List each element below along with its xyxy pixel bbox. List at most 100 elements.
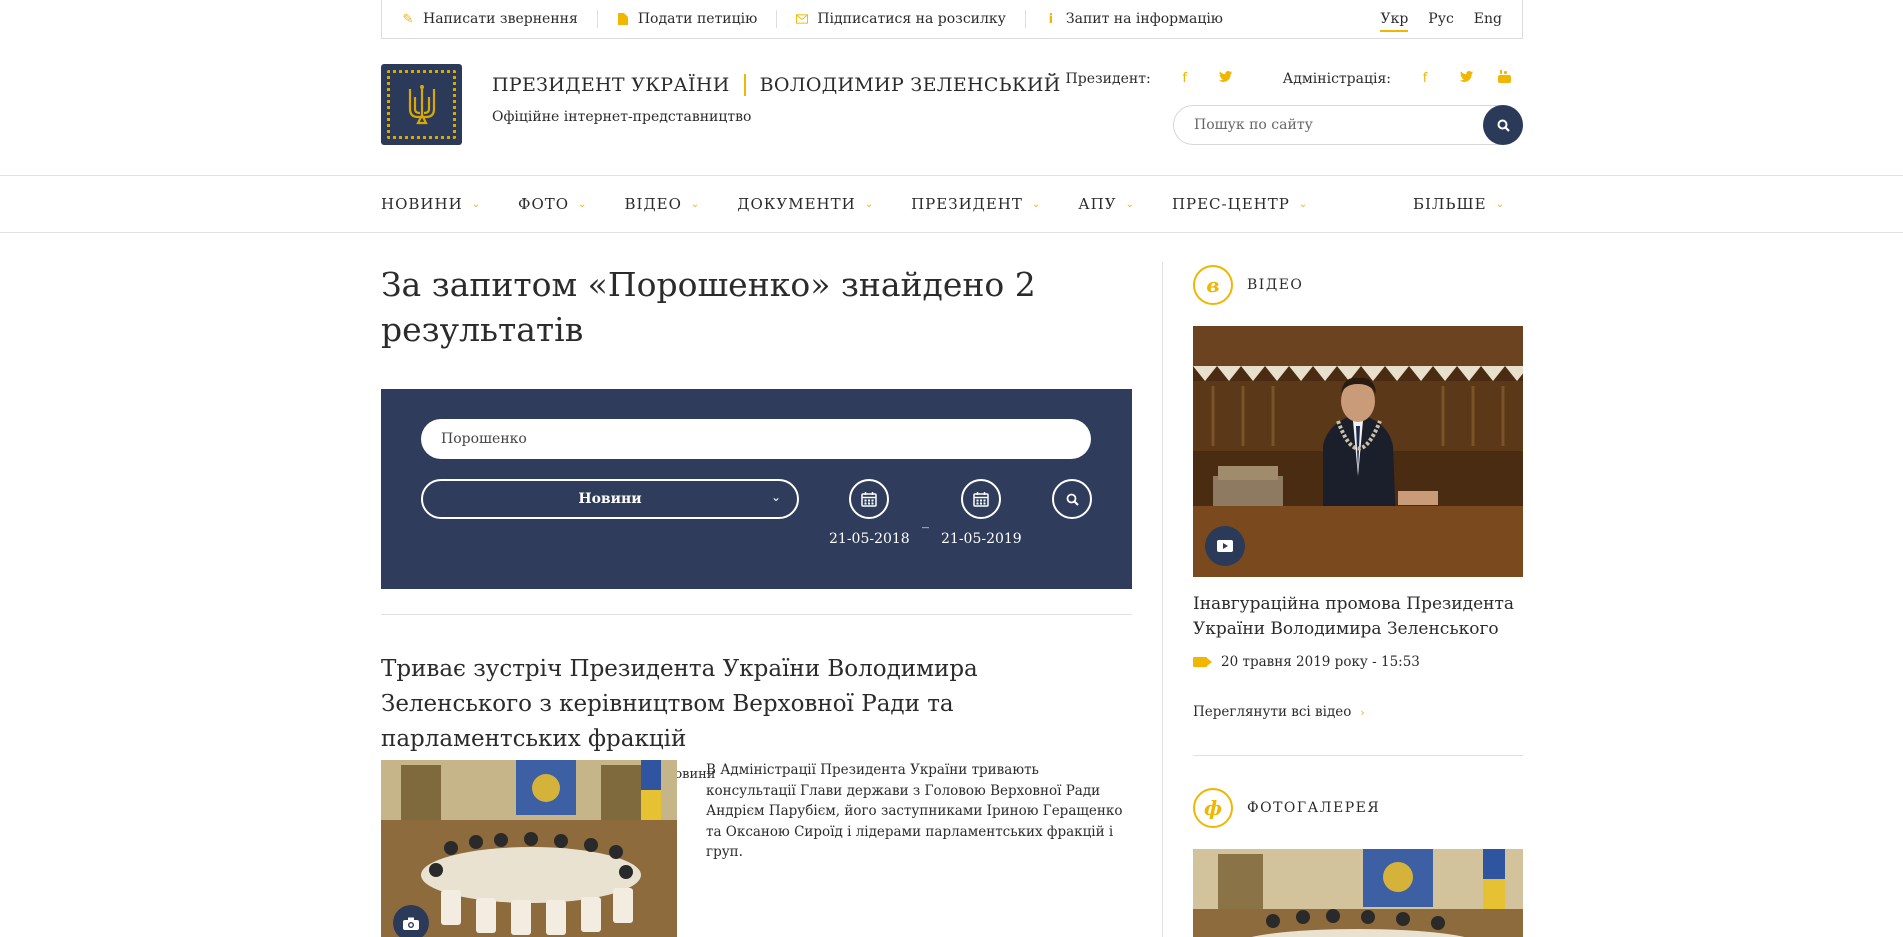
info-request-link[interactable]: i Запит на інформацію [1024,10,1242,28]
result-excerpt: В Адміністрації Президента України трива… [706,762,1123,860]
chevron-down-icon: ⌄ [690,198,701,210]
info-icon: i [1048,11,1054,27]
video-title-link[interactable]: Інавгураційна промова Президента України… [1193,592,1523,642]
play-icon [1217,540,1233,552]
social-links: Президент: f Адміністрація: f [1066,70,1523,87]
twitter-icon[interactable] [1207,71,1245,86]
video-thumbnail[interactable] [1193,326,1523,577]
info-request-label: Запит на інформацію [1065,11,1223,27]
site-subtitle: Офіційне інтернет-представництво [492,109,752,125]
chevron-down-icon: ⌄ [1298,198,1309,210]
video-section-header[interactable]: в ВІДЕО [1193,264,1523,306]
video-section-icon: в [1193,265,1233,305]
chevron-down-icon: ⌄ [1495,198,1505,210]
lang-rus[interactable]: Рус [1428,11,1454,27]
president-social-label: Президент: [1065,70,1151,87]
trident-icon [408,84,435,124]
sidebar: в ВІДЕО Інавгураційна промова Президента… [1193,264,1523,937]
site-header: ПРЕЗИДЕНТ УКРАЇНИ ВОЛОДИМИР ЗЕЛЕНСЬКИЙ О… [381,64,1523,146]
nav-more[interactable]: БІЛЬШЕ ⌄ [1413,195,1505,213]
results-divider [381,614,1132,615]
sidebar-divider [1193,755,1523,756]
language-switcher: Укр Рус Eng [1380,11,1502,32]
photo-badge [393,905,429,937]
result-thumbnail[interactable] [381,760,677,937]
administration-social: Адміністрація: f [1283,70,1523,87]
facebook-icon[interactable]: f [1403,71,1447,86]
document-icon [617,13,629,25]
video-section-title: ВІДЕО [1247,277,1304,293]
nav-video-label: ВІДЕО [624,195,682,213]
site-title-name: ВОЛОДИМИР ЗЕЛЕНСЬКИЙ [759,74,1061,96]
photo-section-icon: ф [1193,788,1233,828]
administration-social-label: Адміністрація: [1282,70,1391,87]
all-videos-label: Переглянути всі відео [1193,704,1352,720]
photo-gallery-thumbnail[interactable] [1193,849,1523,937]
twitter-icon[interactable] [1447,71,1485,86]
query-input[interactable]: Порошенко [421,419,1091,459]
nav-photo-label: ФОТО [518,195,570,213]
date-from-picker-button[interactable] [849,479,889,519]
envelope-icon [796,14,809,24]
search-icon [1066,493,1079,506]
site-brand[interactable]: ПРЕЗИДЕНТ УКРАЇНИ ВОЛОДИМИР ЗЕЛЕНСЬКИЙ О… [492,74,1061,125]
nav-documents-label: ДОКУМЕНТИ [737,195,856,213]
submit-petition-label: Подати петицію [637,11,758,27]
video-camera-icon [1193,657,1212,667]
filter-search-button[interactable] [1052,479,1092,519]
lang-eng[interactable]: Eng [1474,11,1502,27]
chevron-down-icon: ⌄ [471,198,482,210]
chevron-right-icon: › [1360,705,1365,719]
nav-president[interactable]: ПРЕЗИДЕНТ ⌄ [911,195,1041,213]
site-search-button[interactable] [1483,105,1523,145]
facebook-icon[interactable]: f [1163,71,1207,86]
youtube-icon[interactable] [1485,70,1523,87]
nav-more-label: БІЛЬШЕ [1412,195,1487,213]
calendar-icon [861,492,877,507]
subscribe-label: Підписатися на розсилку [817,11,1006,27]
date-from[interactable]: 21-05-2018 [829,531,910,547]
gallery-photo [1193,849,1523,937]
coat-of-arms-logo[interactable] [381,64,462,145]
site-title: ПРЕЗИДЕНТ УКРАЇНИ ВОЛОДИМИР ЗЕЛЕНСЬКИЙ [492,74,1061,96]
nav-apu-label: АПУ [1078,195,1117,213]
all-videos-link[interactable]: Переглянути всі відео › [1193,704,1365,720]
nav-video[interactable]: ВІДЕО ⌄ [625,195,701,213]
date-to[interactable]: 21-05-2019 [941,531,1022,547]
chevron-down-icon: ⌄ [864,198,875,210]
nav-press-center[interactable]: ПРЕС-ЦЕНТР ⌄ [1172,195,1308,213]
utility-links: ✎ Написати звернення Подати петицію Підп… [402,10,1380,28]
site-search [1173,105,1523,145]
nav-documents[interactable]: ДОКУМЕНТИ ⌄ [737,195,874,213]
meeting-photo [381,760,677,937]
lang-ukr[interactable]: Укр [1380,11,1408,32]
nav-news[interactable]: НОВИНИ ⌄ [381,195,481,213]
video-play-badge[interactable] [1205,526,1245,566]
page-title: За запитом «Порошенко» знайдено 2 резуль… [381,265,1036,349]
write-appeal-label: Написати звернення [423,11,578,27]
logo-frame [387,70,456,139]
photo-gallery-header[interactable]: ф ФОТОГАЛЕРЕЯ [1193,787,1380,829]
date-to-picker-button[interactable] [961,479,1001,519]
result-title-link[interactable]: Триває зустріч Президента України Володи… [381,652,1132,757]
photo-section-title: ФОТОГАЛЕРЕЯ [1247,800,1381,816]
nav-news-label: НОВИНИ [381,195,463,213]
title-separator [743,74,746,96]
category-select[interactable]: Новини ⌄ [421,479,799,519]
nav-photo[interactable]: ФОТО ⌄ [518,195,587,213]
date-separator: _ [922,513,929,529]
video-date: 20 травня 2019 року - 15:53 [1221,654,1420,670]
nav-press-center-label: ПРЕС-ЦЕНТР [1171,195,1290,213]
write-appeal-link[interactable]: ✎ Написати звернення [402,10,597,28]
president-social: Президент: f [1066,71,1245,87]
calendar-icon [973,492,989,507]
chevron-down-icon: ⌄ [578,198,588,210]
nav-president-label: ПРЕЗИДЕНТ [911,195,1023,213]
chevron-down-icon: ⌄ [770,490,781,504]
search-icon [1497,119,1510,132]
site-search-input[interactable] [1194,117,1483,133]
nav-apu[interactable]: АПУ ⌄ [1078,195,1135,213]
submit-petition-link[interactable]: Подати петицію [596,10,777,28]
subscribe-link[interactable]: Підписатися на розсилку [776,10,1025,28]
video-meta: 20 травня 2019 року - 15:53 [1193,654,1420,670]
